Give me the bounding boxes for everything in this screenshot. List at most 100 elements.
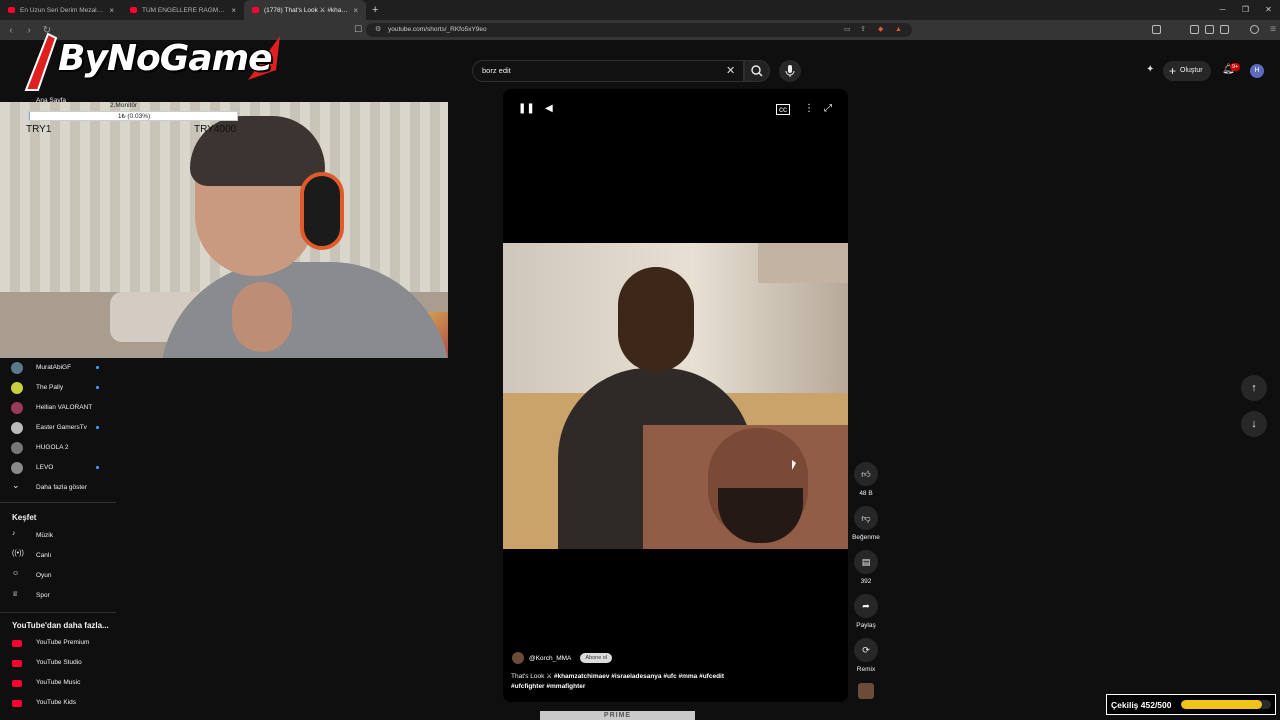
sidebar-explore-item[interactable]: ☺ Oyun	[0, 568, 116, 584]
pause-icon[interactable]: ❚❚	[518, 103, 535, 114]
giveaway-progress-track	[1181, 700, 1271, 709]
maximize-icon[interactable]: ❐	[1234, 0, 1257, 20]
more-from-youtube-heading: YouTube'dan daha fazla...	[12, 621, 109, 630]
sidebar-explore-item[interactable]: ♪ Müzik	[0, 528, 116, 544]
share-icon[interactable]: ⇪	[860, 23, 866, 37]
search-icon	[751, 65, 763, 77]
video-frame[interactable]	[503, 243, 848, 549]
sidebar-subscription-item[interactable]: Hellian VALORANT	[0, 400, 116, 416]
streamer-webcam	[0, 102, 448, 358]
next-short-button[interactable]: ↓	[1241, 411, 1267, 437]
extension-icon[interactable]	[1152, 25, 1161, 34]
channel-avatar[interactable]	[512, 652, 524, 664]
music-icon: ♪	[12, 530, 16, 537]
bookmark-icon[interactable]: ☐	[354, 24, 362, 35]
create-button[interactable]: + Oluştur	[1163, 61, 1211, 81]
site-info-icon[interactable]: ⚙	[375, 23, 381, 37]
rewards-icon[interactable]: ▲	[895, 23, 902, 37]
trophy-icon: ♕	[12, 591, 19, 598]
browser-tab-bar: En Uzun Seri Derim Mezala Yunı | İnci × …	[0, 0, 1280, 20]
remix-label: Remix	[856, 666, 876, 673]
comments-button[interactable]: ▤	[854, 550, 878, 574]
subscription-name: Easter GamersTv	[36, 424, 87, 431]
giveaway-label: Çekiliş 452/500	[1111, 699, 1172, 710]
search-button[interactable]	[744, 60, 770, 82]
tab-title: (1778) That's Look ⚔ #khamzat	[264, 7, 349, 14]
new-tab-icon[interactable]: +	[372, 4, 378, 16]
sidebar-subscription-item[interactable]: MuratAbiGF	[0, 360, 116, 376]
tab-title: TÜM ENGELLERE RAĞMEN | Madaes	[142, 6, 227, 14]
close-tab-icon[interactable]: ×	[109, 6, 114, 15]
more-options-icon[interactable]: ⋮	[804, 103, 814, 114]
dislike-action: 👎︎ Beğenme	[852, 506, 880, 541]
brave-shield-icon[interactable]: ◆	[878, 23, 883, 37]
streamer-hand	[232, 282, 292, 352]
browser-tab[interactable]: En Uzun Seri Derim Mezala Yunı | İnci ×	[0, 0, 122, 20]
sidebar-divider	[0, 502, 116, 503]
search-input[interactable]: borz edit	[472, 60, 744, 82]
address-bar[interactable]: ⚙ youtube.com/shorts/_RKfo5xY9eo ▭ ⇪ ◆ ▲	[366, 23, 912, 37]
streamer-logo: ByNoGame	[18, 30, 283, 92]
sidebar-subscription-item[interactable]: Easter GamersTv	[0, 420, 116, 436]
chevron-down-icon: ⌄	[12, 480, 20, 490]
shorts-player[interactable]: ❚❚ ◀ cc ⋮ ⤢ @Korch_MMA Abone ol That's L…	[503, 89, 848, 702]
like-button[interactable]: 👍︎	[854, 462, 878, 486]
close-tab-icon[interactable]: ×	[353, 6, 358, 15]
install-icon[interactable]: ▭	[844, 23, 851, 37]
video-person-left-head	[618, 267, 694, 372]
url-text: youtube.com/shorts/_RKfo5xY9eo	[388, 26, 487, 33]
sidebar-subscription-item[interactable]: HUGOLA 2	[0, 440, 116, 456]
create-label: Oluştur	[1180, 67, 1203, 74]
youtube-favicon-icon	[8, 7, 15, 13]
notification-count-badge: 9+	[1230, 63, 1241, 71]
clear-search-icon[interactable]: ✕	[726, 64, 735, 77]
close-window-icon[interactable]: ✕	[1257, 0, 1280, 20]
subscription-name: HUGOLA 2	[36, 444, 69, 451]
sidebar-explore-item[interactable]: ♕ Spor	[0, 588, 116, 604]
live-icon: ((•))	[12, 550, 24, 557]
live-dot-icon	[96, 426, 99, 429]
browser-tab-active[interactable]: (1778) That's Look ⚔ #khamzat ×	[244, 0, 366, 20]
extension-icon[interactable]	[1190, 25, 1199, 34]
sidebar-toggle-icon[interactable]	[1205, 25, 1214, 34]
sidebar-subscription-item[interactable]: The Pally	[0, 380, 116, 396]
sound-avatar[interactable]	[858, 683, 874, 699]
subscribe-button[interactable]: Abone ol	[580, 653, 613, 663]
share-button[interactable]: ➦	[854, 594, 878, 618]
product-label: YouTube Music	[36, 679, 81, 686]
menu-icon[interactable]: ≡	[1266, 24, 1280, 35]
dislike-button[interactable]: 👎︎	[854, 506, 878, 530]
channel-row: @Korch_MMA Abone ol	[512, 652, 613, 664]
fullscreen-icon[interactable]: ⤢	[824, 103, 832, 114]
thumbs-down-icon: 👎︎	[861, 513, 871, 523]
giveaway-progress-fill	[1181, 700, 1263, 709]
wallet-icon[interactable]	[1220, 25, 1229, 34]
youtube-logo-icon	[12, 700, 22, 707]
sidebar-subscription-item[interactable]: LEVO	[0, 460, 116, 476]
arrow-up-icon: ↑	[1251, 382, 1257, 394]
bottom-overlay-strip: PRIME	[540, 711, 695, 720]
account-avatar[interactable]: H	[1250, 64, 1264, 78]
sidebar-youtube-product-item[interactable]: YouTube Kids	[0, 695, 116, 711]
dislike-label: Beğenme	[852, 534, 880, 541]
back-icon[interactable]: ‹	[4, 25, 18, 36]
close-tab-icon[interactable]: ×	[231, 6, 236, 15]
window-controls: ─ ❐ ✕	[1211, 0, 1280, 20]
explore-heading: Keşfet	[12, 513, 37, 522]
minimize-icon[interactable]: ─	[1211, 0, 1234, 20]
cast-icon[interactable]: ✦	[1146, 64, 1154, 75]
remix-button[interactable]: ⟳	[854, 638, 878, 662]
show-more-button[interactable]: ⌄ Daha fazla göster	[0, 480, 116, 496]
sidebar-youtube-product-item[interactable]: YouTube Music	[0, 675, 116, 691]
previous-short-button[interactable]: ↑	[1241, 375, 1267, 401]
channel-name[interactable]: @Korch_MMA	[529, 655, 571, 662]
sidebar-youtube-product-item[interactable]: YouTube Studio	[0, 655, 116, 671]
voice-search-button[interactable]	[779, 60, 801, 82]
volume-icon[interactable]: ◀	[545, 103, 553, 114]
browser-tab[interactable]: TÜM ENGELLERE RAĞMEN | Madaes ×	[122, 0, 244, 20]
sidebar-explore-item[interactable]: ((•)) Canlı	[0, 548, 116, 564]
sidebar-youtube-product-item[interactable]: YouTube Premium	[0, 635, 116, 651]
captions-icon[interactable]: cc	[776, 104, 790, 115]
vpn-icon[interactable]	[1250, 25, 1259, 34]
remix-action: ⟳ Remix	[852, 638, 880, 673]
